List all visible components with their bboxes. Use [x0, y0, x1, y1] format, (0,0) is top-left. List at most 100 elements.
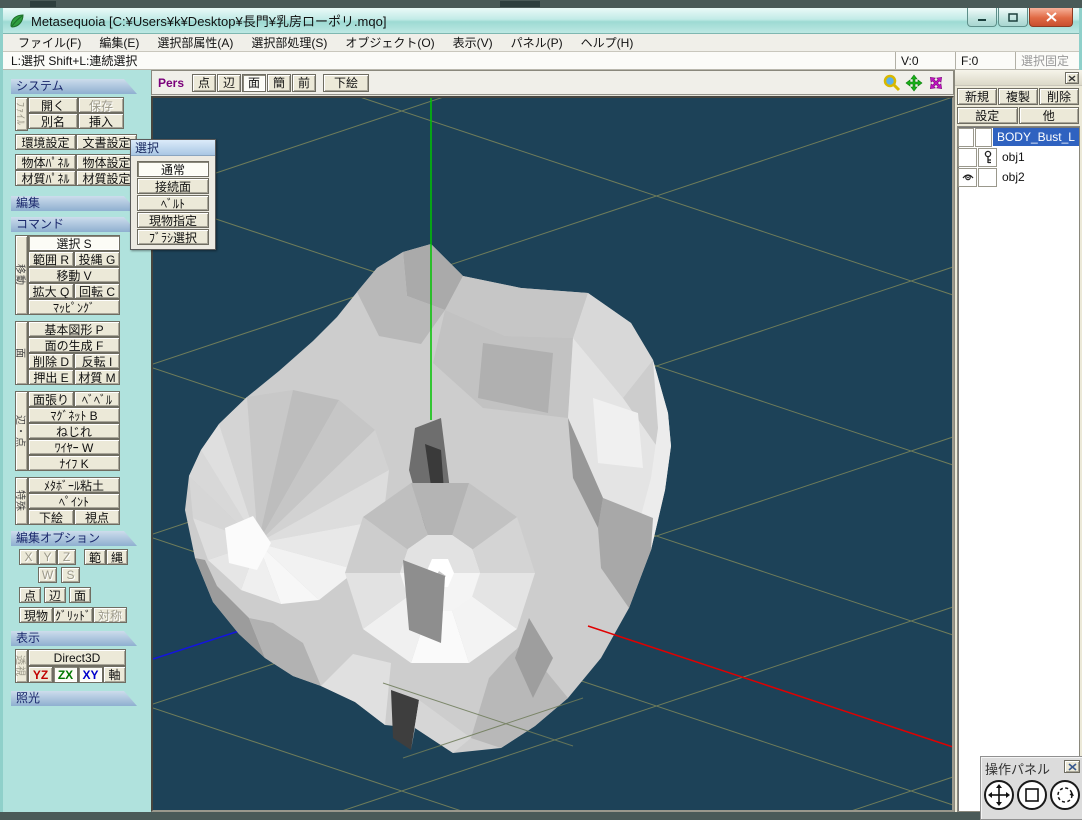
scale-command[interactable]: 拡大 Q — [28, 283, 74, 299]
object-row[interactable]: obj1 — [958, 147, 1079, 167]
object-panel-close-button[interactable] — [1065, 72, 1079, 84]
object-settings-button[interactable]: 設定 — [957, 107, 1018, 124]
axis-x-toggle[interactable]: X — [19, 549, 38, 565]
object-settings-button[interactable]: 物体設定 — [76, 154, 137, 170]
delete-command[interactable]: 削除 D — [28, 353, 74, 369]
grid-snap-toggle[interactable]: ｸﾞﾘｯﾄﾞ — [53, 607, 93, 623]
extrude-command[interactable]: 押出 E — [28, 369, 74, 385]
env-settings-button[interactable]: 環境設定 — [15, 134, 76, 150]
primitive-command[interactable]: 基本図形 P — [28, 321, 120, 337]
select-command[interactable]: 選択 S — [28, 235, 120, 251]
select-by-object-button[interactable]: 現物指定 — [137, 212, 209, 228]
underlay-toggle[interactable]: 下絵 — [323, 73, 370, 92]
mapping-command[interactable]: ﾏｯﾋﾟﾝｸﾞ — [28, 299, 120, 315]
command-group-edge-tab[interactable]: 辺・点 — [14, 391, 28, 471]
w-toggle[interactable]: W — [38, 567, 57, 583]
show-faces-toggle[interactable]: 面 — [242, 73, 267, 92]
save-as-button[interactable]: 別名 — [28, 113, 78, 129]
object-delete-button[interactable]: 削除 — [1039, 88, 1079, 105]
front-display-toggle[interactable]: 前 — [292, 73, 317, 92]
operation-panel-close-button[interactable] — [1064, 760, 1080, 773]
simple-display-toggle[interactable]: 簡 — [267, 73, 292, 92]
axis-z-toggle[interactable]: Z — [57, 549, 76, 565]
axis-display-toggle[interactable]: 軸 — [103, 666, 126, 683]
visibility-checkbox[interactable] — [958, 147, 977, 167]
insert-button[interactable]: 挿入 — [78, 113, 124, 129]
lock-checkbox[interactable] — [975, 127, 992, 147]
menu-help[interactable]: ヘルプ(H) — [572, 34, 643, 51]
save-button[interactable]: 保存 — [78, 97, 124, 113]
object-name[interactable]: obj2 — [998, 168, 1079, 186]
object-other-button[interactable]: 他 — [1018, 107, 1079, 124]
maximize-button[interactable] — [998, 8, 1028, 27]
select-connected-button[interactable]: 接続面 — [137, 178, 209, 194]
menu-selection-attr[interactable]: 選択部属性(A) — [148, 34, 242, 51]
doc-settings-button[interactable]: 文書設定 — [76, 134, 137, 150]
view-mode-label[interactable]: Pers — [158, 76, 184, 90]
viewpoint-command[interactable]: 視点 — [74, 509, 120, 525]
magnet-command[interactable]: ﾏｸﾞﾈｯﾄ B — [28, 407, 120, 423]
object-row[interactable]: BODY_Bust_L — [958, 127, 1079, 147]
select-brush-button[interactable]: ﾌﾞﾗｼ選択 — [137, 229, 209, 245]
symmetry-toggle[interactable]: 対称 — [93, 607, 127, 623]
titlebar[interactable]: Metasequoia [C:¥Users¥k¥Desktop¥長門¥乳房ローポ… — [3, 8, 1079, 34]
paint-command[interactable]: ﾍﾟｲﾝﾄ — [28, 493, 120, 509]
material-panel-toggle[interactable]: 材質ﾊﾟﾈﾙ — [15, 170, 76, 186]
point-filter-toggle[interactable]: 点 — [19, 587, 41, 603]
face-filter-toggle[interactable]: 面 — [69, 587, 91, 603]
open-button[interactable]: 開く — [28, 97, 78, 113]
range-option-toggle[interactable]: 範 — [84, 549, 106, 565]
s-toggle[interactable]: S — [61, 567, 80, 583]
range-command[interactable]: 範囲 R — [28, 251, 74, 267]
edge-filter-toggle[interactable]: 辺 — [44, 587, 66, 603]
object-panel-toggle[interactable]: 物体ﾊﾟﾈﾙ — [15, 154, 76, 170]
plane-zx-toggle[interactable]: ZX — [53, 666, 78, 683]
file-tab[interactable]: ﾌｧｲﾙ — [14, 97, 28, 131]
lock-checkbox[interactable] — [978, 167, 997, 187]
object-name[interactable]: BODY_Bust_L — [992, 128, 1079, 146]
command-group-special-tab[interactable]: 特殊 — [14, 477, 28, 525]
select-normal-button[interactable]: 通常 — [137, 161, 209, 177]
object-panel-titlebar[interactable] — [955, 70, 1082, 86]
underlay-command[interactable]: 下絵 — [28, 509, 74, 525]
perspective-tab[interactable]: 透視 — [14, 649, 28, 683]
lock-checkbox[interactable] — [978, 147, 997, 167]
op-rotate-button[interactable] — [1050, 780, 1080, 810]
pan-tool-icon[interactable] — [905, 74, 923, 92]
show-edges-toggle[interactable]: 辺 — [217, 73, 242, 92]
show-points-toggle[interactable]: 点 — [192, 73, 217, 92]
material-command[interactable]: 材質 M — [74, 369, 120, 385]
object-new-button[interactable]: 新規 — [957, 88, 997, 105]
bevel-command[interactable]: ﾍﾞﾍﾞﾙ — [74, 391, 120, 407]
close-button[interactable] — [1029, 8, 1073, 27]
command-group-move-tab[interactable]: 移動 — [14, 235, 28, 315]
minimize-button[interactable] — [967, 8, 997, 27]
visibility-checkbox[interactable] — [958, 127, 975, 147]
op-scale-button[interactable] — [1017, 780, 1047, 810]
material-settings-button[interactable]: 材質設定 — [76, 170, 137, 186]
command-group-face-tab[interactable]: 面 — [14, 321, 28, 385]
plane-xy-toggle[interactable]: XY — [78, 666, 103, 683]
op-move-button[interactable] — [984, 780, 1014, 810]
invert-command[interactable]: 反転 I — [74, 353, 120, 369]
knife-command[interactable]: ﾅｲﾌ K — [28, 455, 120, 471]
rope-option-toggle[interactable]: 縄 — [106, 549, 128, 565]
menu-file[interactable]: ファイル(F) — [9, 34, 90, 51]
menu-edit[interactable]: 編集(E) — [90, 34, 148, 51]
current-object-toggle[interactable]: 現物 — [19, 607, 53, 623]
rotate-command[interactable]: 回転 C — [74, 283, 120, 299]
viewport-canvas[interactable] — [151, 96, 954, 812]
menu-object[interactable]: オブジェクト(O) — [336, 34, 443, 51]
lasso-command[interactable]: 投縄 G — [74, 251, 120, 267]
plane-yz-toggle[interactable]: YZ — [28, 666, 53, 683]
selection-panel-title[interactable]: 選択 — [131, 140, 215, 156]
direct3d-button[interactable]: Direct3D — [28, 649, 126, 666]
face-gen-command[interactable]: 面の生成 F — [28, 337, 120, 353]
twist-command[interactable]: ねじれ — [28, 423, 120, 439]
move-command[interactable]: 移動 V — [28, 267, 120, 283]
visibility-checkbox[interactable] — [958, 167, 977, 187]
axis-y-toggle[interactable]: Y — [38, 549, 57, 565]
menu-selection-proc[interactable]: 選択部処理(S) — [242, 34, 336, 51]
object-duplicate-button[interactable]: 複製 — [998, 88, 1038, 105]
wire-command[interactable]: ﾜｲﾔｰ W — [28, 439, 120, 455]
